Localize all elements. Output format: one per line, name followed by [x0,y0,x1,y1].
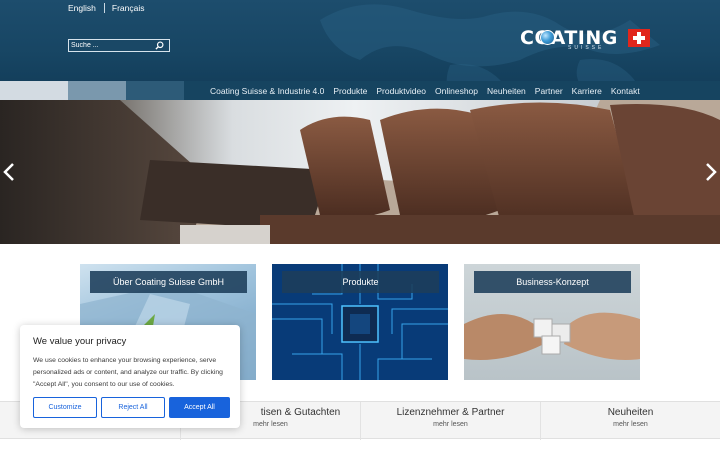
feature-title: Neuheiten [607,407,654,418]
search-box [68,39,170,52]
lang-english-link[interactable]: English [68,3,96,13]
search-icon[interactable] [155,41,164,50]
cookie-reject-button[interactable]: Reject All [101,397,165,418]
slider-prev-button[interactable] [2,162,16,182]
nav-item-industrie[interactable]: Coating Suisse & Industrie 4.0 [210,86,324,96]
nav-block-mid [68,81,126,100]
cookie-customize-button[interactable]: Customize [33,397,97,418]
language-switcher: English Français [68,3,144,13]
cookie-accept-button[interactable]: Accept All [169,397,230,418]
card-business-label: Business-Konzept [474,271,631,293]
page: English Français COATING SUISSE Coating … [0,0,720,450]
lang-french-link[interactable]: Français [112,3,145,13]
cookie-body: We use cookies to enhance your browsing … [33,357,223,388]
nav-item-produktvideo[interactable]: Produktvideo [376,86,426,96]
feature-cell-4[interactable]: Neuheiten mehr lesen [540,402,720,440]
main-nav: Coating Suisse & Industrie 4.0 Produkte … [0,81,720,100]
nav-item-kontakt[interactable]: Kontakt [611,86,640,96]
logo-subtext: SUISSE [568,45,605,51]
nav-item-onlineshop[interactable]: Onlineshop [435,86,478,96]
cookie-title: We value your privacy [33,336,127,347]
card-products-label: Produkte [282,271,439,293]
hero-image [0,100,720,244]
nav-items: Coating Suisse & Industrie 4.0 Produkte … [210,81,640,100]
cookie-buttons: Customize Reject All Accept All [33,397,230,418]
nav-block-light [0,81,68,100]
nav-item-produkte[interactable]: Produkte [333,86,367,96]
nav-item-partner[interactable]: Partner [535,86,563,96]
nav-block-dark [126,81,184,100]
nav-item-neuheiten[interactable]: Neuheiten [487,86,526,96]
nav-item-karriere[interactable]: Karriere [572,86,602,96]
lang-separator [103,3,105,13]
site-logo[interactable]: COATING SUISSE [520,26,655,54]
slider-next-button[interactable] [704,162,718,182]
card-business[interactable]: Business-Konzept [464,264,640,380]
card-about-label: Über Coating Suisse GmbH [90,271,247,293]
cookie-consent-dialog: We value your privacy We use cookies to … [20,325,240,428]
feature-cell-3[interactable]: Lizenznehmer & Partner mehr lesen [360,402,540,440]
feature-title: Lizenznehmer & Partner [396,407,505,418]
feature-more-link[interactable]: mehr lesen [361,421,540,428]
swiss-flag-icon [628,29,650,47]
search-input[interactable] [69,40,153,51]
card-products[interactable]: Produkte [272,264,448,380]
hero-slider [0,100,720,244]
globe-icon [540,30,555,45]
feature-more-link[interactable]: mehr lesen [541,421,720,428]
